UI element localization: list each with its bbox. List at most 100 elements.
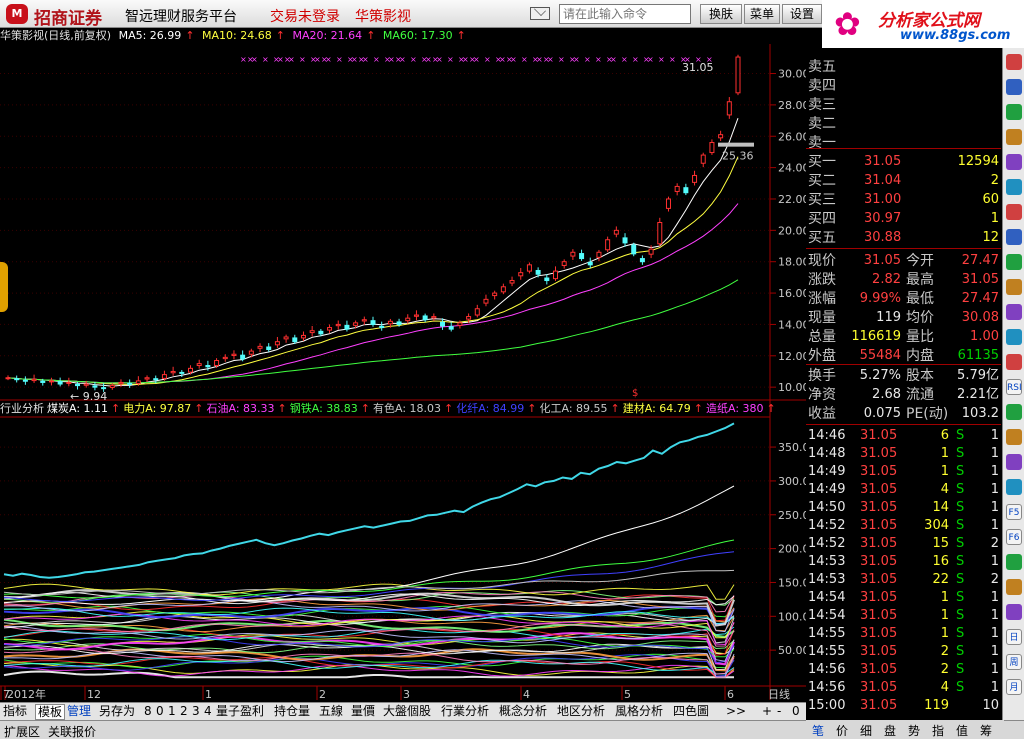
tool-icon[interactable] [1006,54,1022,70]
indicator-tab[interactable]: 4 [204,704,212,720]
tool-icon[interactable] [1006,154,1022,170]
chart-area[interactable]: 31.05← 9.9425.36× × × × × × × × × × × × ×× × × × × × × × × × ×… [0,0,806,702]
industry-line [3,670,734,679]
indicator-tab[interactable]: 五線 [319,704,343,720]
tool-icon[interactable] [1006,554,1022,570]
tool-icon[interactable] [1006,304,1022,320]
tool-icon[interactable] [1006,129,1022,145]
detail-tab[interactable]: 指 [932,722,944,739]
indicator-tab[interactable]: 1 [168,704,176,720]
tool-icon[interactable] [1006,404,1022,420]
indicator-tab[interactable]: 8 [144,704,152,720]
zoom-in-button[interactable]: + [762,704,772,720]
quote-stat-row: 涨幅 9.99% 最低 27.47 [806,290,1001,308]
stat-value: 2.82 [872,272,901,287]
tick-row: 14:52 31.05 15 S 2 [806,535,1001,553]
toolbar-label-icon[interactable]: 日 [1006,629,1022,645]
tool-icon[interactable] [1006,329,1022,345]
industry-line [3,658,735,675]
toolbar-label-icon[interactable]: 月 [1006,679,1022,695]
signal-mark: × [321,55,328,64]
indicator-tab[interactable]: 指标 [3,704,27,720]
tool-icon[interactable] [1006,279,1022,295]
tool-icon[interactable] [1006,179,1022,195]
indicator-tab[interactable]: 2 [180,704,188,720]
detail-tab[interactable]: 筹 [980,722,992,739]
tick-price: 31.05 [860,698,898,713]
price-axis-label: 28.00 [778,99,806,112]
tool-icon[interactable] [1006,79,1022,95]
indicator-tab[interactable]: 四色圖 [673,704,709,720]
ad-banner[interactable]: ✿ 分析家公式网 www.88gs.com [822,0,1024,48]
detail-tab[interactable]: 盘 [884,722,896,739]
stat-label: 最高 [906,272,934,288]
toolbar-label-icon[interactable]: RSI [1006,379,1022,395]
tick-time: 14:53 [808,554,846,569]
detail-tab[interactable]: 值 [956,722,968,739]
tool-icon[interactable] [1006,254,1022,270]
detail-tab[interactable]: 势 [908,722,920,739]
left-panel-handle[interactable] [0,262,8,312]
candle-body [500,286,506,293]
indicator-tab[interactable]: 3 [192,704,200,720]
industry-line [3,551,735,602]
indicator-tab[interactable]: 模板 [35,704,66,720]
tool-icon[interactable] [1006,454,1022,470]
trend-up-icon: ↑ [194,402,204,415]
indicator-tab[interactable]: 大盤個股 [383,704,431,720]
tick-time: 14:52 [808,536,846,551]
detail-tab[interactable]: 价 [836,722,848,739]
indicator-tab[interactable]: 地区分析 [557,704,605,720]
price-marker [718,142,754,147]
bid-price: 31.00 [864,192,902,207]
toolbar-label-icon[interactable]: F5 [1006,504,1022,520]
reset-button[interactable]: 0 [792,704,800,720]
tick-side: S [956,590,965,605]
stat-value: 27.47 [961,291,999,306]
tool-icon[interactable] [1006,604,1022,620]
indicator-tab[interactable]: 概念分析 [499,704,547,720]
signal-mark: × [469,55,476,64]
tick-volume: 15 [932,536,949,551]
indicator-tab[interactable]: 量價 [351,704,375,720]
detail-tab[interactable]: 细 [860,722,872,739]
candle-body [144,377,150,380]
toolbar-label-icon[interactable]: F6 [1006,529,1022,545]
stat-value: 31.05 [863,253,901,268]
tool-icon[interactable] [1006,229,1022,245]
indicator-tab[interactable]: 行業分析 [441,704,489,720]
tick-row: 14:49 31.05 1 S 1 [806,463,1001,481]
tick-side: S [956,428,965,443]
bid-volume: 2 [990,173,999,188]
candle-body [257,345,263,349]
candle-body [718,134,724,139]
tick-side: S [956,500,965,515]
tick-row: 14:56 31.05 4 S 1 [806,679,1001,697]
indicator-tab[interactable]: 量子盈利 [216,704,264,720]
indicator-tab[interactable]: 持仓量 [274,704,310,720]
industry-series-label: 化纤A: 84.99 [456,402,525,415]
indicator-tab[interactable]: 風格分析 [615,704,663,720]
candle-body [22,379,28,382]
quote-stat-row: 总量 116619 量比 1.00 [806,328,1001,346]
tool-icon[interactable] [1006,479,1022,495]
indicator-tab[interactable]: 另存为 [99,704,135,720]
tool-icon[interactable] [1006,204,1022,220]
candle-body [66,381,72,384]
tool-icon[interactable] [1006,354,1022,370]
indicator-tab[interactable]: 管理 [67,704,91,720]
tick-volume: 1 [940,446,949,461]
more-tabs-button[interactable]: >> [726,704,746,720]
detail-tab[interactable]: 笔 [812,722,824,739]
signal-mark: × [643,55,650,64]
tool-icon[interactable] [1006,104,1022,120]
tool-icon[interactable] [1006,579,1022,595]
linked-quote-tab[interactable]: 关联报价 [48,723,96,739]
candle-body [327,327,333,331]
tool-icon[interactable] [1006,429,1022,445]
toolbar-label-icon[interactable]: 周 [1006,654,1022,670]
indicator-tab[interactable]: 0 [156,704,164,720]
zoom-out-button[interactable]: - [777,704,781,720]
extension-area-tab[interactable]: 扩展区 [4,723,40,739]
candle-body [466,316,472,320]
